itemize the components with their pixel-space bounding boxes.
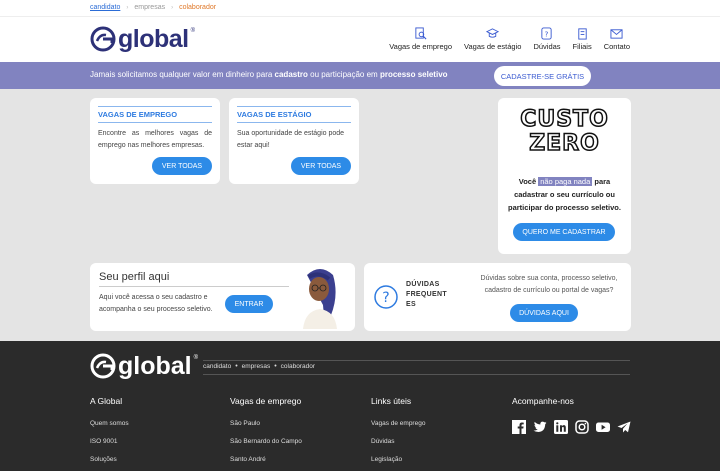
footer-breadcrumb: candidato • empresas • colaborador	[203, 363, 315, 370]
divider	[203, 374, 630, 375]
svg-text:?: ?	[545, 29, 549, 38]
perfil-title: Seu perfil aqui	[99, 271, 170, 283]
footer-link[interactable]: Vagas de emprego	[371, 420, 425, 427]
footer: global ® candidato • empresas • colabora…	[0, 341, 720, 471]
footer-link[interactable]: Santo André	[230, 456, 302, 463]
footer-link[interactable]: Legislação	[371, 456, 425, 463]
main-nav: Vagas de emprego Vagas de estágio ? Dúvi…	[389, 27, 630, 51]
footer-logo[interactable]: global ®	[90, 353, 198, 379]
quero-me-cadastrar-button[interactable]: QUERO ME CADASTRAR	[513, 223, 615, 241]
duvidas-aqui-button[interactable]: DÚVIDAS AQUI	[510, 304, 578, 322]
card-text: Encontre as melhores vagas de emprego na…	[98, 130, 212, 149]
divider	[99, 286, 289, 287]
duvidas-title: DÚVIDAS FREQUENT ES	[406, 281, 447, 309]
nav-label: Contato	[603, 42, 630, 51]
footer-link[interactable]: São Paulo	[230, 420, 302, 427]
nav-vagas-estagio[interactable]: Vagas de estágio	[464, 27, 521, 51]
custo-zero-text: Você não paga nada para cadastrar o seu …	[508, 177, 621, 213]
facebook-icon[interactable]	[512, 420, 526, 434]
card-vagas-estagio: VAGAS DE ESTÁGIO Sua oportunidade de est…	[229, 98, 359, 184]
footer-link[interactable]: Quem somos	[90, 420, 129, 427]
footer-link[interactable]: Dúvidas	[371, 438, 425, 445]
crumb-colaborador[interactable]: colaborador	[179, 4, 216, 11]
search-doc-icon	[415, 27, 427, 40]
linkedin-icon[interactable]	[554, 420, 568, 434]
logo-text: global	[118, 351, 192, 380]
nav-contato[interactable]: Contato	[604, 27, 630, 51]
youtube-icon[interactable]	[596, 420, 610, 434]
footer-col-links-uteis: Links úteis Vagas de emprego Dúvidas Leg…	[371, 396, 425, 471]
divider	[203, 360, 630, 361]
card-text: Sua oportunidade de estágio pode estar a…	[237, 130, 345, 149]
mail-icon	[610, 29, 623, 39]
nav-label: Vagas de estágio	[464, 42, 522, 51]
graduation-cap-icon	[486, 28, 500, 38]
building-icon	[577, 28, 587, 40]
global-logo-icon	[90, 26, 116, 52]
footer-crumb-candidato[interactable]: candidato	[203, 363, 231, 370]
footer-link[interactable]: São Bernardo do Campo	[230, 438, 302, 445]
card-custo-zero: CUSTO ZERO Você não paga nada para cadas…	[498, 98, 631, 254]
footer-link[interactable]: Soluções	[90, 456, 129, 463]
custo-zero-title: CUSTO ZERO	[519, 107, 609, 157]
card-vagas-emprego: VAGAS DE EMPREGO Encontre as melhores va…	[90, 98, 220, 184]
footer-col-acompanhe: Acompanhe-nos	[512, 396, 631, 434]
nav-filiais[interactable]: Filiais	[573, 27, 592, 51]
cadastre-se-button[interactable]: CADASTRE-SE GRÁTIS	[494, 66, 591, 86]
nav-label: Vagas de emprego	[389, 42, 453, 51]
logo-text: global	[118, 24, 189, 53]
top-breadcrumb: candidato › empresas › colaborador	[90, 4, 216, 11]
crumb-separator: ›	[126, 4, 129, 11]
footer-col-title: A Global	[90, 396, 123, 406]
perfil-text: Aqui você acessa o seu cadastro e acompa…	[99, 294, 213, 314]
crumb-separator: ›	[171, 4, 174, 11]
top-bar: candidato › empresas › colaborador	[0, 0, 720, 17]
nav-duvidas[interactable]: ? Dúvidas	[533, 27, 561, 51]
footer-crumb-empresas[interactable]: empresas	[242, 363, 271, 370]
duvidas-text: Dúvidas sobre sua conta, processo seleti…	[480, 275, 618, 295]
global-logo-icon	[90, 353, 116, 379]
footer-col-title: Vagas de emprego	[230, 396, 302, 406]
card-title: VAGAS DE ESTÁGIO	[237, 106, 351, 123]
nav-label: Dúvidas	[533, 42, 561, 51]
crumb-candidato[interactable]: candidato	[90, 4, 120, 11]
nav-vagas-emprego[interactable]: Vagas de emprego	[389, 27, 452, 51]
instagram-icon[interactable]	[575, 420, 589, 434]
footer-crumb-colaborador[interactable]: colaborador	[281, 363, 315, 370]
twitter-icon[interactable]	[533, 420, 547, 434]
entrar-button[interactable]: ENTRAR	[225, 295, 273, 313]
svg-text:?: ?	[382, 290, 389, 306]
question-icon: ?	[541, 27, 553, 40]
card-title: VAGAS DE EMPREGO	[98, 106, 212, 123]
warning-banner: Jamais solicitamos qualquer valor em din…	[0, 62, 720, 89]
footer-col-vagas: Vagas de emprego São Paulo São Bernardo …	[230, 396, 302, 471]
ver-todas-estagio-button[interactable]: VER TODAS	[291, 157, 351, 175]
global-logo[interactable]: global ®	[90, 26, 195, 52]
social-links	[512, 420, 631, 434]
nav-label: Filiais	[572, 42, 592, 51]
banner-message: Jamais solicitamos qualquer valor em din…	[90, 70, 448, 79]
registered-mark: ®	[190, 28, 196, 34]
crumb-empresas[interactable]: empresas	[134, 4, 165, 11]
footer-link[interactable]: ISO 9001	[90, 438, 129, 445]
ver-todas-emprego-button[interactable]: VER TODAS	[152, 157, 212, 175]
telegram-icon[interactable]	[617, 420, 631, 434]
woman-illustration-icon	[303, 269, 337, 329]
card-seu-perfil: Seu perfil aqui Aqui você acessa o seu c…	[90, 263, 355, 331]
card-duvidas: ? DÚVIDAS FREQUENT ES Dúvidas sobre sua …	[364, 263, 631, 331]
footer-col-title: Links úteis	[371, 396, 412, 406]
header: global ® Vagas de emprego Vagas de estág…	[0, 17, 720, 62]
registered-mark: ®	[193, 355, 199, 361]
footer-col-a-global: A Global Quem somos ISO 9001 Soluções	[90, 396, 129, 471]
footer-col-title: Acompanhe-nos	[512, 396, 574, 406]
question-circle-icon: ?	[374, 285, 398, 309]
